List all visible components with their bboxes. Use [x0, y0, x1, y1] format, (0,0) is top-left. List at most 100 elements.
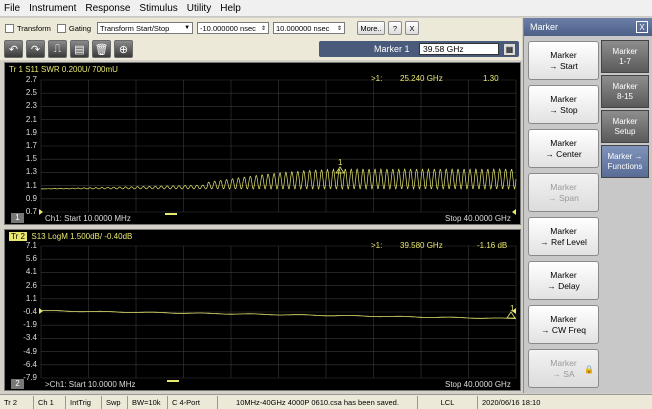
trace-1-tick-label: 1.1	[25, 180, 37, 190]
marker-to-delay-button[interactable]: Marker → Delay	[528, 261, 599, 300]
trace-1-number: 1	[11, 213, 24, 223]
trace-1-tick-label: 0.9	[25, 193, 37, 203]
status-trace[interactable]: Tr 2	[0, 395, 34, 409]
transform-start-value: -10.000000 nsec	[200, 23, 256, 33]
spin-icon[interactable]: ⇕	[337, 25, 342, 32]
status-trigger[interactable]: IntTrig	[66, 395, 102, 409]
softkey-line2: → Span	[548, 192, 579, 203]
gating-checkbox[interactable]: Gating	[56, 23, 92, 33]
tab-marker-1-7[interactable]: Marker 1-7	[601, 40, 649, 73]
tab-line1: Marker	[612, 116, 638, 126]
transform-start-input[interactable]: -10.000000 nsec ⇕	[197, 22, 270, 34]
transform-toolbar: Transform Gating Transform Start/Stop ▼ -…	[0, 18, 522, 38]
status-datetime: 2020/06/16 18:10	[482, 397, 541, 407]
transform-mode-select[interactable]: Transform Start/Stop ▼	[97, 22, 194, 34]
marker-to-start-button[interactable]: Marker → Start	[528, 41, 599, 80]
display-icon[interactable]: ▤	[70, 40, 89, 58]
tab-line1: Marker	[612, 81, 638, 91]
trace-1-legend-line	[165, 213, 177, 215]
marker-panel-header: Marker X	[524, 18, 652, 36]
tab-marker-functions[interactable]: Marker → Functions	[601, 145, 649, 178]
gating-checkbox-box[interactable]	[56, 23, 66, 33]
softkey-line2: → CW Freq	[541, 324, 586, 335]
tab-line1: Marker	[612, 46, 638, 56]
status-sweep[interactable]: Swp	[102, 395, 128, 409]
trace-2-tick-label: 5.6	[25, 254, 37, 264]
status-bandwidth[interactable]: BW=10k	[128, 395, 168, 409]
menu-bar: File Instrument Response Stimulus Utilit…	[0, 0, 652, 17]
marker-to-span-button[interactable]: Marker → Span	[528, 173, 599, 212]
transform-checkbox-box[interactable]	[5, 23, 14, 33]
trace-1-start: Ch1: Start 10.0000 MHz	[45, 214, 131, 223]
tab-marker-8-15[interactable]: Marker 8-15	[601, 75, 649, 108]
trace-2-plot	[39, 245, 517, 379]
trace-2-tick-label: 2.6	[25, 280, 37, 290]
redo-icon[interactable]: ↷	[26, 40, 45, 58]
marker-to-cw-freq-button[interactable]: Marker → CW Freq	[528, 305, 599, 344]
chevron-down-icon: ▼	[184, 25, 191, 31]
help-button[interactable]: ?	[388, 21, 403, 35]
menu-instrument[interactable]: Instrument	[29, 3, 76, 14]
tab-line2: Setup	[614, 126, 636, 136]
trace-2-stop: Stop 40.0000 GHz	[445, 380, 511, 389]
trace-1-marker-tag: 1	[338, 158, 343, 167]
pulse-icon[interactable]: ⎍	[48, 40, 67, 58]
more-button[interactable]: More..	[357, 21, 386, 35]
marker-to-stop-button[interactable]: Marker → Stop	[528, 85, 599, 124]
menu-help[interactable]: Help	[220, 3, 241, 14]
trace-1-tick-label: 1.9	[25, 127, 37, 137]
marker-to-ref-level-button[interactable]: Marker → Ref Level	[528, 217, 599, 256]
trace-1-stop: Stop 40.0000 GHz	[445, 214, 511, 223]
marker-to-sa-button[interactable]: Marker → SA 🔒	[528, 349, 599, 388]
keypad-icon[interactable]: ▦	[503, 42, 516, 56]
menu-stimulus[interactable]: Stimulus	[139, 3, 177, 14]
trace-1-header: Tr 1 S11 SWR 0.200U/ 700mU	[9, 65, 118, 74]
marker-frequency-input[interactable]: 39.58 GHz	[419, 43, 499, 55]
transform-mode-value: Transform Start/Stop	[100, 23, 170, 33]
trace-1-ref-arrow	[512, 209, 516, 215]
status-channel[interactable]: Ch 1	[34, 395, 66, 409]
menu-file[interactable]: File	[4, 3, 20, 14]
trace-2-tick-label: -3.4	[23, 333, 37, 343]
trash-icon[interactable]: 🗑	[92, 40, 111, 58]
close-toolbar-button[interactable]: X	[405, 21, 420, 35]
gating-label: Gating	[68, 23, 92, 33]
softkey-line1: Marker	[550, 225, 577, 236]
undo-icon[interactable]: ↶	[4, 40, 23, 58]
trace-1-tick-label: 1.5	[25, 154, 37, 164]
menu-utility[interactable]: Utility	[187, 3, 211, 14]
trace-2-tick-label: -4.9	[23, 346, 37, 356]
trace-2-tag: Tr 2	[9, 232, 27, 241]
status-ports[interactable]: C 4-Port	[168, 395, 218, 409]
trace-2-marker-freq: 39.580 GHz	[400, 241, 443, 250]
menu-response[interactable]: Response	[85, 3, 130, 14]
trace-2-window[interactable]: Tr 2 S13 LogM 1.500dB/ -0.40dB >1: 39.58…	[4, 229, 521, 391]
trace-1-tick-label: 2.5	[25, 88, 37, 98]
trace-1-tick-label: 2.3	[25, 101, 37, 111]
trace-2-tick-label: -1.9	[23, 320, 37, 330]
softkey-line1: Marker	[550, 181, 577, 192]
trace-1-marker-readout: >1:	[371, 74, 383, 83]
status-remote: LCL	[418, 395, 478, 409]
close-icon[interactable]: X	[636, 21, 648, 33]
trace-2-start: >Ch1: Start 10.0000 MHz	[45, 380, 136, 389]
zoom-icon[interactable]: ⊕	[114, 40, 133, 58]
softkey-line2: → Ref Level	[540, 236, 587, 247]
marker-entry-bar: Marker 1 39.58 GHz ▦	[319, 41, 519, 57]
tab-marker-setup[interactable]: Marker Setup	[601, 110, 649, 143]
spin-icon[interactable]: ⇕	[261, 25, 266, 32]
softkey-line1: Marker	[550, 269, 577, 280]
marker-panel: Marker X Marker → Start Marker → Stop Mark…	[523, 18, 652, 393]
softkey-line2: → Center	[545, 148, 582, 159]
marker-to-center-button[interactable]: Marker → Center	[528, 129, 599, 168]
trace-2-marker-readout: >1:	[371, 241, 383, 250]
softkey-line2: → Delay	[547, 280, 580, 291]
trace-1-window[interactable]: Tr 1 S11 SWR 0.200U/ 700mU >1: 25.240 GH…	[4, 62, 521, 225]
trace-2-tick-label: 4.1	[25, 267, 37, 277]
transform-checkbox[interactable]: Transform	[5, 23, 51, 33]
softkey-line1: Marker	[550, 137, 577, 148]
tab-line2: 1-7	[619, 56, 631, 66]
trace-2-marker-value: -1.16 dB	[477, 241, 508, 250]
softkey-line1: Marker	[550, 313, 577, 324]
transform-stop-input[interactable]: 10.000000 nsec ⇕	[273, 22, 346, 34]
